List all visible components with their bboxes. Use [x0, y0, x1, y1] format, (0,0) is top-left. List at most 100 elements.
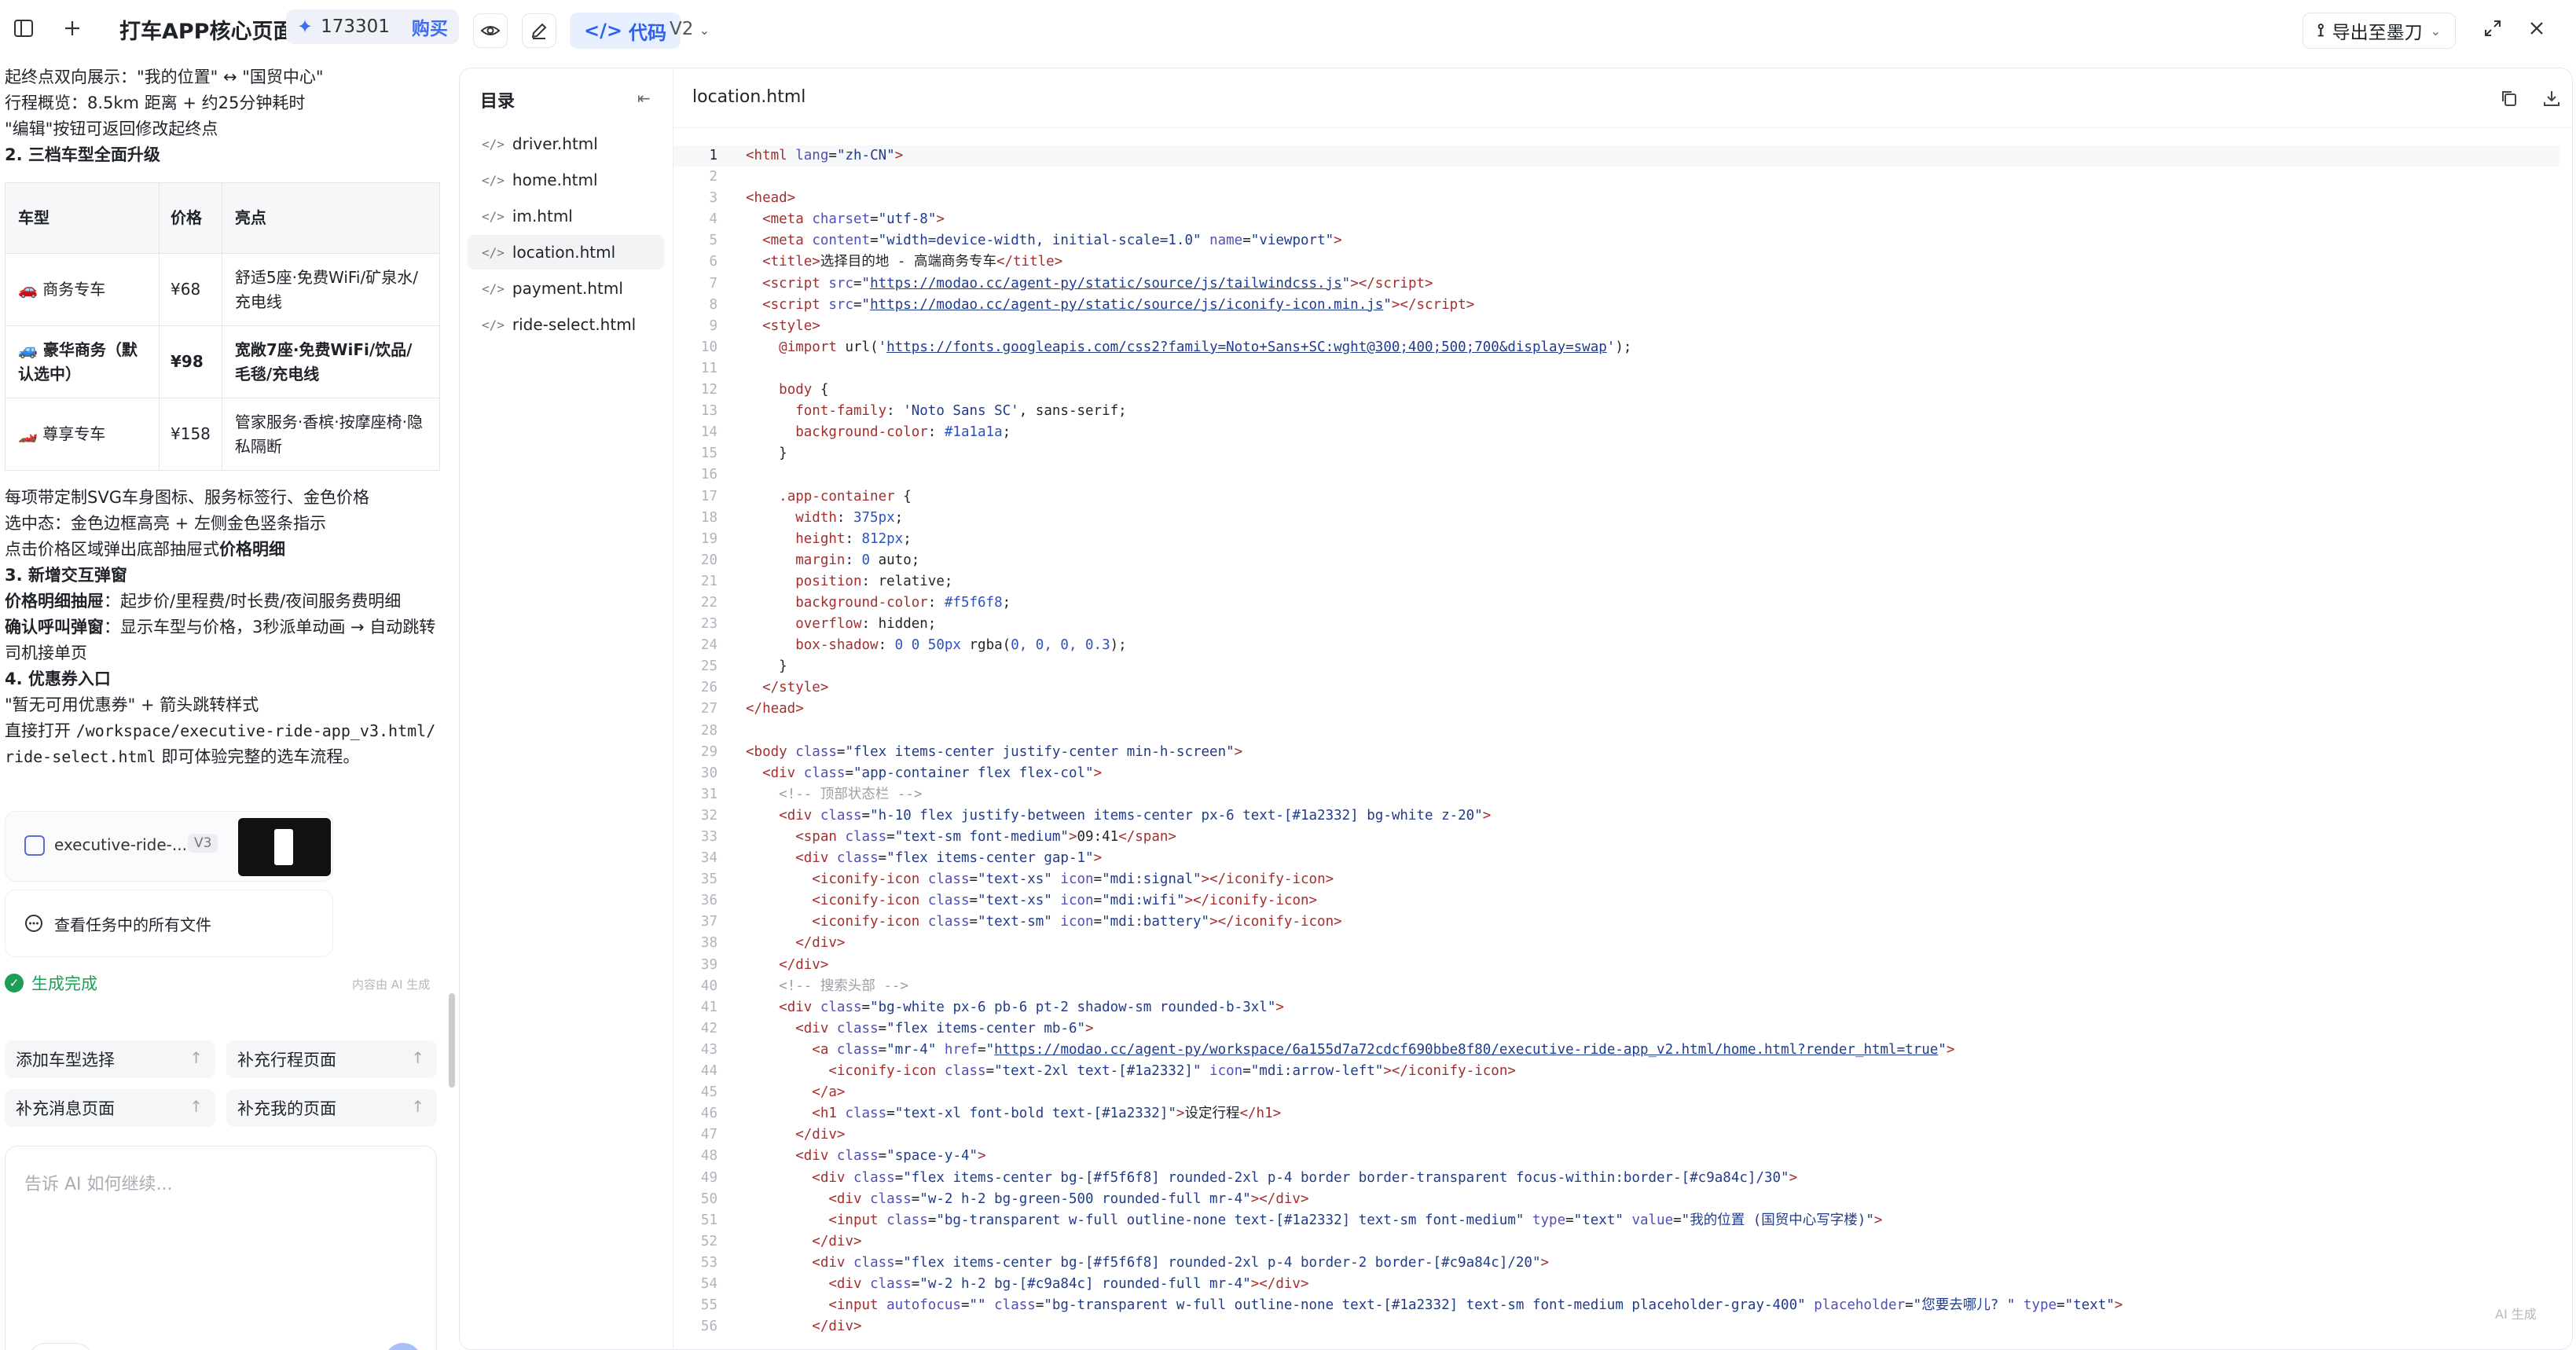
text-line: 点击价格区域弹出底部抽屉式价格明细: [5, 540, 285, 559]
view-all-files-button[interactable]: 查看任务中的所有文件: [5, 890, 333, 957]
suggestion-chip[interactable]: 补充行程页面 ↑: [226, 1040, 437, 1078]
code-line: 35 <iconify-icon class="text-xs" icon="m…: [700, 871, 1334, 888]
code-line: 30 <div class="app-container flex flex-c…: [700, 765, 1103, 781]
directory-title: 目录: [480, 92, 516, 112]
code-line: 49 <div class="flex items-center bg-[#f5…: [700, 1169, 1798, 1186]
code-line: 53 <div class="flex items-center bg-[#f5…: [700, 1254, 1550, 1271]
code-line: 33 <span class="text-sm font-medium">09:…: [700, 829, 1176, 845]
code-line: 15 }: [700, 446, 787, 462]
code-line: 38 </div>: [700, 935, 846, 952]
edit-button[interactable]: [522, 13, 556, 48]
send-button[interactable]: ↑: [384, 1343, 422, 1350]
mode-select[interactable]: ϟ⌄: [28, 1343, 94, 1350]
copy-icon[interactable]: [2497, 86, 2522, 111]
code-line: 39 </div>: [700, 956, 829, 973]
arrow-up-icon: ↑: [189, 1097, 203, 1116]
version-select[interactable]: V2 ⌄: [670, 19, 710, 39]
file-item[interactable]: </> ride-select.html: [468, 307, 664, 342]
code-line: 5 <meta content="width=device-width, ini…: [709, 233, 1342, 249]
code-line: 25 }: [700, 658, 787, 675]
file-item-active[interactable]: </> location.html: [468, 235, 664, 270]
top-bar: 打车APP核心页面... ✦ 173301 购买 </> 代码 V2 ⌄ ⟟ 导…: [0, 0, 2576, 58]
suggestion-chip[interactable]: 添加车型选择 ↑: [5, 1040, 215, 1078]
download-icon[interactable]: [2539, 86, 2564, 111]
table-row: 🚙 豪华商务（默认选中） ¥98 宽敞7座·免费WiFi/饮品/毛毯/充电线: [5, 325, 441, 398]
code-line: 17 .app-container {: [700, 488, 912, 504]
new-task-icon[interactable]: [57, 13, 88, 44]
suggestion-chip[interactable]: 补充消息页面 ↑: [5, 1089, 215, 1127]
car-type-table: 车型 价格 亮点 🚗 商务专车 ¥68 舒适5座·免费WiFi/矿泉水/充电线 …: [5, 182, 441, 471]
file-version-badge: V3: [188, 834, 218, 853]
credits-badge: ✦ 173301 购买: [286, 9, 459, 44]
code-line: 37 <iconify-icon class="text-sm" icon="m…: [700, 914, 1342, 930]
editor-filename: location.html: [692, 87, 806, 107]
code-line: 20 margin: 0 auto;: [700, 552, 920, 568]
modao-logo-icon: ⟟: [2317, 20, 2325, 41]
code-line: 54 <div class="w-2 h-2 bg-[#c9a84c] roun…: [700, 1275, 1309, 1292]
close-icon[interactable]: [2521, 13, 2552, 44]
suggestion-chip[interactable]: 补充我的页面 ↑: [226, 1089, 437, 1127]
chevron-down-icon: ⌄: [699, 23, 710, 38]
code-line: 31 <!-- 顶部状态栏 -->: [700, 786, 923, 802]
code-line: 27 </head>: [700, 701, 804, 717]
fullscreen-icon[interactable]: [2477, 13, 2508, 44]
library-icon[interactable]: [284, 1346, 315, 1350]
sparkle-icon: ✦: [297, 16, 314, 38]
buy-link[interactable]: 购买: [412, 13, 448, 40]
code-icon: </>: [482, 136, 505, 152]
pencil-icon: [531, 23, 547, 39]
credits-count: 173301: [321, 17, 390, 37]
code-line: 11: [700, 360, 717, 376]
code-line: 45 </a>: [700, 1084, 846, 1101]
code-line: 28: [700, 722, 717, 739]
code-line: 4 <meta charset="utf-8">: [709, 211, 945, 228]
arrow-up-icon: ↑: [411, 1048, 424, 1067]
code-line: 26 </style>: [700, 680, 829, 696]
code-line: 48 <div class="space-y-4">: [700, 1148, 986, 1165]
code-line: 51 <input class="bg-transparent w-full o…: [700, 1212, 1883, 1228]
table-row: 🏎️ 尊享专车 ¥158 管家服务·香槟·按摩座椅·隐私隔断: [5, 398, 441, 471]
code-line: 56 </div>: [700, 1319, 862, 1335]
section-heading: 3. 新增交互弹窗: [5, 566, 127, 585]
code-line: 18 width: 375px;: [700, 509, 904, 526]
code-line: 41 <div class="bg-white px-6 pb-6 pt-2 s…: [700, 999, 1284, 1015]
code-line: 8 <script src="https://modao.cc/agent-py…: [709, 296, 1475, 313]
editor-header: location.html: [673, 68, 2572, 128]
export-button[interactable]: ⟟ 导出至墨刀 ⌄: [2303, 13, 2456, 49]
status-badge: ✓ 生成完成: [5, 971, 97, 995]
more-circle-icon: [25, 915, 42, 932]
chat-input-placeholder[interactable]: 告诉 AI 如何继续...: [24, 1170, 173, 1195]
code-line: 32 <div class="h-10 flex justify-between…: [700, 807, 1492, 824]
chat-scrollbar[interactable]: [449, 993, 455, 1088]
code-icon: </>: [482, 172, 505, 188]
code-line: 2: [709, 169, 717, 185]
file-item[interactable]: </> home.html: [468, 163, 664, 197]
table-header: 价格: [159, 182, 222, 254]
code-editor[interactable]: 1 <html lang="zh-CN"> 2 3 <head> 4 <meta c…: [673, 145, 2559, 1337]
code-line: 1 <html lang="zh-CN">: [673, 145, 2559, 167]
file-item[interactable]: </> payment.html: [468, 271, 664, 306]
arrow-up-icon: ↑: [189, 1048, 203, 1067]
sidebar-toggle-icon[interactable]: [8, 13, 39, 44]
code-line: 40 <!-- 搜索头部 -->: [700, 978, 908, 994]
text-line: 每项带定制SVG车身图标、服务标签行、金色价格: [5, 488, 369, 507]
collapse-sidebar-icon[interactable]: ⇤: [637, 89, 651, 108]
code-line: 3 <head>: [709, 190, 796, 207]
text-line: 直接打开 /workspace/executive-ride-app_v3.ht…: [5, 721, 436, 766]
code-line: 34 <div class="flex items-center gap-1">: [700, 850, 1103, 867]
code-line: 42 <div class="flex items-center mb-6">: [700, 1020, 1094, 1036]
text-line: 起终点双向展示："我的位置" ↔ "国贸中心": [5, 68, 324, 86]
code-line: 13 font-family: 'Noto Sans SC', sans-ser…: [700, 403, 1127, 420]
file-item[interactable]: </> driver.html: [468, 127, 664, 161]
chat-input-box[interactable]: 告诉 AI 如何继续... ϟ⌄ ↑: [5, 1146, 437, 1350]
file-card[interactable]: executive-ride-... V3: [5, 811, 333, 882]
code-viewer: 目录 ⇤ </> driver.html </> home.html </> im.h…: [459, 68, 2573, 1350]
attachment-icon[interactable]: [334, 1346, 365, 1350]
code-tab[interactable]: </> 代码: [570, 13, 681, 49]
code-line: 43 <a class="mr-4" href="https://modao.c…: [700, 1041, 1955, 1058]
preview-button[interactable]: [473, 13, 508, 48]
section-heading: 4. 优惠券入口: [5, 669, 111, 688]
code-line: 47 </div>: [700, 1127, 846, 1143]
file-item[interactable]: </> im.html: [468, 199, 664, 233]
text-line: 行程概览：8.5km 距离 + 约25分钟耗时: [5, 94, 306, 112]
